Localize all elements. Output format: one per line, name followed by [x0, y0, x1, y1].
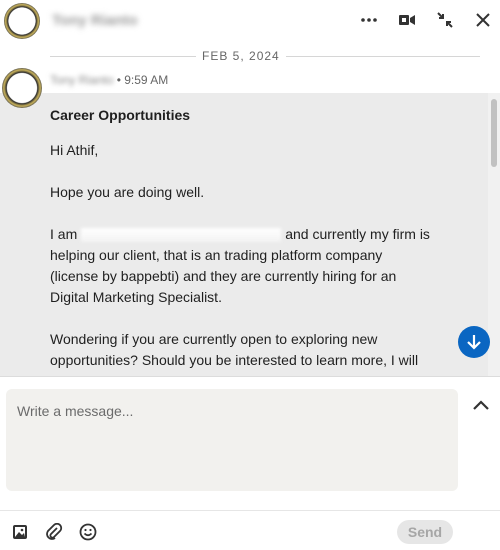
message-meta: Tony Rianto • 9:59 AM	[50, 73, 168, 87]
message-thread[interactable]: FEB 5, 2024 Tony Rianto • 9:59 AM Career…	[0, 44, 500, 376]
expand-compose-icon[interactable]	[470, 395, 492, 417]
send-button[interactable]: Send	[397, 520, 453, 544]
message-paragraph-3: Wondering if you are currently open to e…	[50, 331, 419, 376]
message-greeting: Hi Athif,	[50, 142, 99, 158]
close-icon[interactable]	[472, 9, 494, 31]
more-options-icon[interactable]	[358, 9, 380, 31]
scroll-to-latest-button[interactable]	[458, 326, 490, 358]
date-divider-label: FEB 5, 2024	[196, 49, 286, 63]
sender-name[interactable]: Tony Rianto	[50, 73, 113, 87]
video-call-icon[interactable]	[396, 9, 418, 31]
compose-toolbar: Send	[0, 510, 500, 550]
conversation-header: Tony Rianto	[0, 0, 500, 44]
contact-avatar[interactable]	[4, 3, 40, 39]
thread-scrollbar[interactable]	[488, 93, 500, 376]
message-paragraph-2-start: I am	[50, 226, 78, 242]
message-body: Hi Athif, Hope you are doing well. I am a…	[50, 140, 430, 376]
message-input[interactable]: Write a message...	[6, 389, 458, 491]
sender-avatar[interactable]	[2, 68, 42, 108]
message-paragraph-1: Hope you are doing well.	[50, 184, 205, 200]
compose-area: Write a message...	[0, 376, 500, 496]
redacted-text	[81, 228, 282, 243]
message-paragraph-2: I am and currently my firm is helping our…	[50, 224, 430, 308]
scrollbar-thumb[interactable]	[491, 99, 497, 167]
message-time: • 9:59 AM	[116, 73, 169, 87]
emoji-icon[interactable]	[78, 522, 98, 542]
header-actions	[358, 9, 494, 31]
contact-name[interactable]: Tony Rianto	[52, 12, 138, 29]
arrow-down-icon	[467, 335, 481, 350]
message-subject: Career Opportunities	[50, 107, 191, 123]
date-divider: FEB 5, 2024	[50, 49, 480, 63]
attach-image-icon[interactable]	[10, 522, 30, 542]
attach-file-icon[interactable]	[44, 522, 64, 542]
minimize-icon[interactable]	[434, 9, 456, 31]
